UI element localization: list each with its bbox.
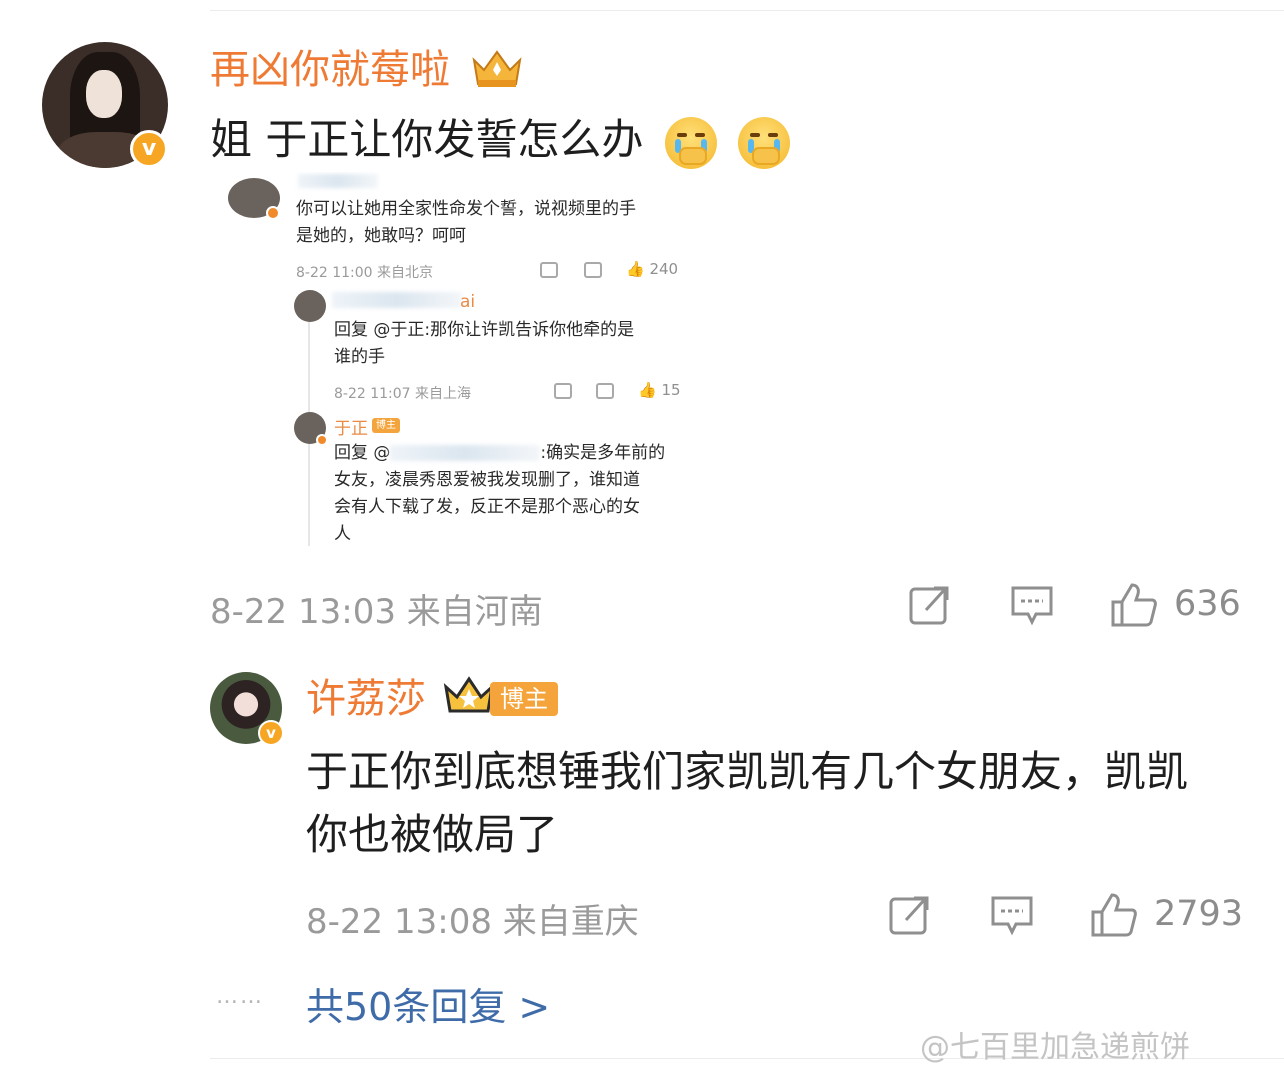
embedded-screenshot-image[interactable]: 你可以让她用全家性命发个誓，说视频里的手 是她的，她敢吗？呵呵 8-22 11:… (222, 172, 698, 556)
watermark: @七百里加急递煎饼 (920, 1030, 1190, 1065)
reply-username: 于正 (334, 419, 368, 439)
top-divider (210, 10, 1284, 11)
blurred-username (298, 174, 378, 188)
share-icon[interactable] (888, 894, 932, 936)
blogger-tag: 博主 (372, 418, 400, 433)
like-icon[interactable] (1090, 892, 1138, 938)
verified-badge-icon: v (258, 720, 284, 746)
reply-text-line: 回复 @:确实是多年前的 (334, 443, 666, 463)
thread-dots: …… (216, 984, 264, 1009)
verified-badge-icon: v (130, 130, 168, 168)
reply-text-line: 回复 @于正:那你让许凯告诉你他牵的是 (334, 320, 635, 340)
like-count: 👍 15 (638, 381, 681, 399)
verified-badge-icon (266, 206, 280, 220)
comment-icon (596, 383, 614, 399)
crown-icon (443, 676, 495, 713)
share-icon (554, 383, 572, 399)
like-count: 👍 240 (626, 260, 679, 278)
like-count: 636 (1174, 584, 1241, 624)
comment-icon (584, 262, 602, 278)
post-meta: 8-22 11:00 来自北京 (296, 265, 434, 281)
view-replies-link[interactable]: 共50条回复 > (306, 976, 550, 1031)
reply-location: 来自重庆 (502, 902, 639, 942)
reply-meta: 8-22 13:08 来自重庆 (306, 894, 639, 943)
reply-text-line: 人 (334, 524, 351, 544)
reply-time: 8-22 13:08 (306, 902, 492, 942)
post-text-line: 是她的，她敢吗？呵呵 (296, 226, 466, 246)
comment-icon[interactable] (1010, 584, 1054, 626)
blogger-badge: 博主 (490, 682, 558, 716)
verified-badge-icon (316, 434, 328, 446)
post-text-line: 你可以让她用全家性命发个誓，说视频里的手 (296, 199, 636, 219)
share-icon (540, 262, 558, 278)
crying-cover-mouth-icon (738, 116, 791, 169)
comment-text: 姐 于正让你发誓怎么办 (210, 110, 791, 170)
reply-text-line: 会有人下载了发，反正不是那个恶心的女 (334, 497, 640, 517)
comment-username[interactable]: 再凶你就莓啦 (210, 44, 450, 96)
reply-username: ai (460, 292, 476, 312)
comment-icon[interactable] (990, 894, 1034, 936)
crown-icon (472, 50, 522, 87)
reply-text-line: 谁的手 (334, 347, 385, 367)
reply-meta: 8-22 11:07 来自上海 (334, 386, 472, 402)
comment-text-body: 姐 于正让你发誓怎么办 (210, 115, 644, 164)
like-icon[interactable] (1110, 582, 1158, 628)
like-count: 2793 (1154, 894, 1244, 934)
share-icon[interactable] (908, 584, 952, 626)
crying-cover-mouth-icon (664, 116, 717, 169)
comment-location: 来自河南 (406, 592, 543, 632)
reply-text-line: 女友，凌晨秀恩爱被我发现删了，谁知道 (334, 470, 640, 490)
reply-text: 于正你到底想锤我们家凯凯有几个女朋友，凯凯你也被做局了 (306, 747, 1189, 859)
reply-username[interactable]: 许荔莎 (306, 674, 426, 724)
comment-time: 8-22 13:03 (210, 592, 396, 632)
avatar (294, 290, 326, 322)
comment-meta: 8-22 13:03 来自河南 (210, 584, 543, 633)
blurred-username (332, 292, 462, 308)
